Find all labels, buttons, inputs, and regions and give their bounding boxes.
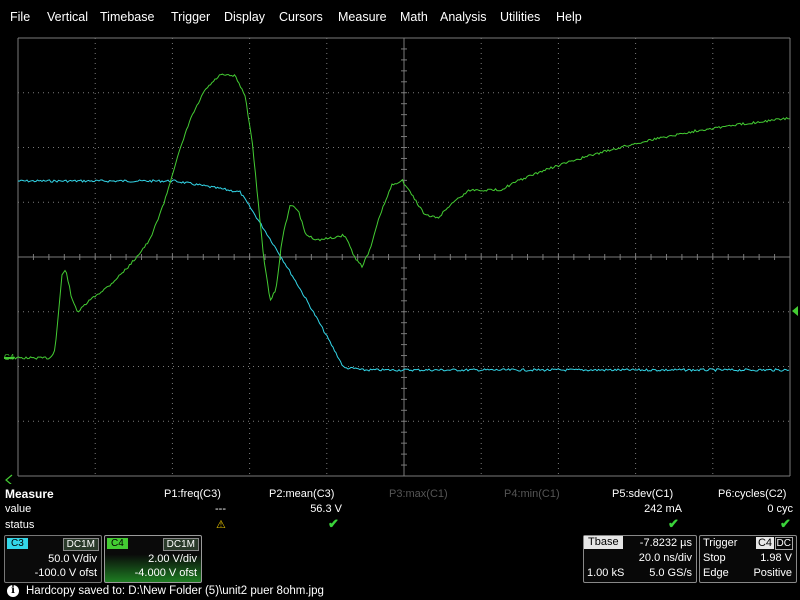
menu-timebase[interactable]: Timebase: [100, 10, 154, 24]
channel-c4-coupling: DC1M: [162, 538, 199, 551]
param-p1-value: ---: [215, 503, 226, 515]
param-p3-label[interactable]: P3:max(C1): [389, 488, 448, 500]
info-icon: i: [7, 585, 19, 597]
timebase-box[interactable]: Tbase -7.8232 µs 20.0 ns/div 1.00 kS 5.0…: [583, 535, 697, 583]
menu-analysis[interactable]: Analysis: [440, 10, 487, 24]
menu-measure[interactable]: Measure: [338, 10, 387, 24]
menu-math[interactable]: Math: [400, 10, 428, 24]
measure-title: Measure: [5, 487, 54, 501]
trigger-coupling: DC: [774, 537, 793, 550]
svg-text:C4: C4: [4, 353, 15, 362]
trigger-position-marker[interactable]: [5, 474, 13, 484]
menu-help[interactable]: Help: [556, 10, 582, 24]
channel-c4-offset: -4.000 V ofst: [134, 567, 197, 579]
graticule: [17, 37, 791, 477]
status-message: Hardcopy saved to: D:\New Folder (5)\uni…: [26, 585, 324, 597]
trace-c4: [7, 73, 790, 360]
trigger-source: C4: [755, 537, 774, 549]
timebase-samples: 1.00 kS: [587, 567, 625, 579]
menu-bar: File Vertical Timebase Trigger Display C…: [0, 0, 800, 34]
timebase-delay: -7.8232 µs: [639, 537, 692, 549]
timebase-rate: 5.0 GS/s: [649, 567, 692, 579]
trigger-level-marker[interactable]: [792, 306, 798, 316]
row-label-status: status: [5, 519, 35, 531]
timebase-label: Tbase: [584, 536, 623, 549]
trigger-mode: Stop: [703, 552, 726, 564]
param-p2-value: 56.3 V: [310, 503, 342, 515]
trigger-type: Edge: [703, 567, 729, 579]
row-label-value: value: [5, 503, 32, 515]
c4-ground-marker[interactable]: C4: [4, 353, 15, 362]
param-p6-label[interactable]: P6:cycles(C2): [718, 488, 786, 500]
check-icon: ✔: [780, 516, 791, 531]
menu-trigger[interactable]: Trigger: [171, 10, 210, 24]
channel-c3-vdiv: 50.0 V/div: [48, 553, 97, 565]
param-p5-label[interactable]: P5:sdev(C1): [612, 488, 673, 500]
channel-c3-offset: -100.0 V ofst: [34, 567, 97, 579]
waveform-display[interactable]: C4: [0, 34, 800, 484]
menu-utilities[interactable]: Utilities: [500, 10, 540, 24]
trigger-box[interactable]: Trigger C4 DC Stop 1.98 V Edge Positive: [699, 535, 797, 583]
channel-c4-vdiv: 2.00 V/div: [148, 553, 197, 565]
channel-c3-box[interactable]: C3 DC1M 50.0 V/div -100.0 V ofst: [4, 535, 102, 583]
menu-display[interactable]: Display: [224, 10, 265, 24]
param-p5-value: 242 mA: [644, 503, 682, 515]
param-p4-label[interactable]: P4:min(C1): [504, 488, 560, 500]
menu-cursors[interactable]: Cursors: [279, 10, 323, 24]
param-p6-value: 0 cyc: [767, 503, 793, 515]
measure-panel: Measure value status P1:freq(C3) --- ⚠ P…: [0, 484, 800, 534]
trigger-label: Trigger: [703, 537, 738, 549]
param-p1-label[interactable]: P1:freq(C3): [164, 488, 221, 500]
trigger-level: 1.98 V: [760, 552, 792, 564]
channel-c3-tag: C3: [7, 538, 28, 549]
channel-c4-box[interactable]: C4 DC1M 2.00 V/div -4.000 V ofst: [104, 535, 202, 583]
timebase-tdiv: 20.0 ns/div: [638, 552, 692, 564]
trigger-slope: Positive: [753, 567, 792, 579]
warning-icon: ⚠: [216, 519, 226, 531]
channel-c3-coupling: DC1M: [62, 538, 99, 551]
menu-vertical[interactable]: Vertical: [47, 10, 88, 24]
param-p2-label[interactable]: P2:mean(C3): [269, 488, 334, 500]
check-icon: ✔: [668, 516, 679, 531]
channel-c4-tag: C4: [107, 538, 128, 549]
check-icon: ✔: [328, 516, 339, 531]
status-bar: i Hardcopy saved to: D:\New Folder (5)\u…: [0, 583, 800, 600]
menu-file[interactable]: File: [10, 10, 30, 24]
